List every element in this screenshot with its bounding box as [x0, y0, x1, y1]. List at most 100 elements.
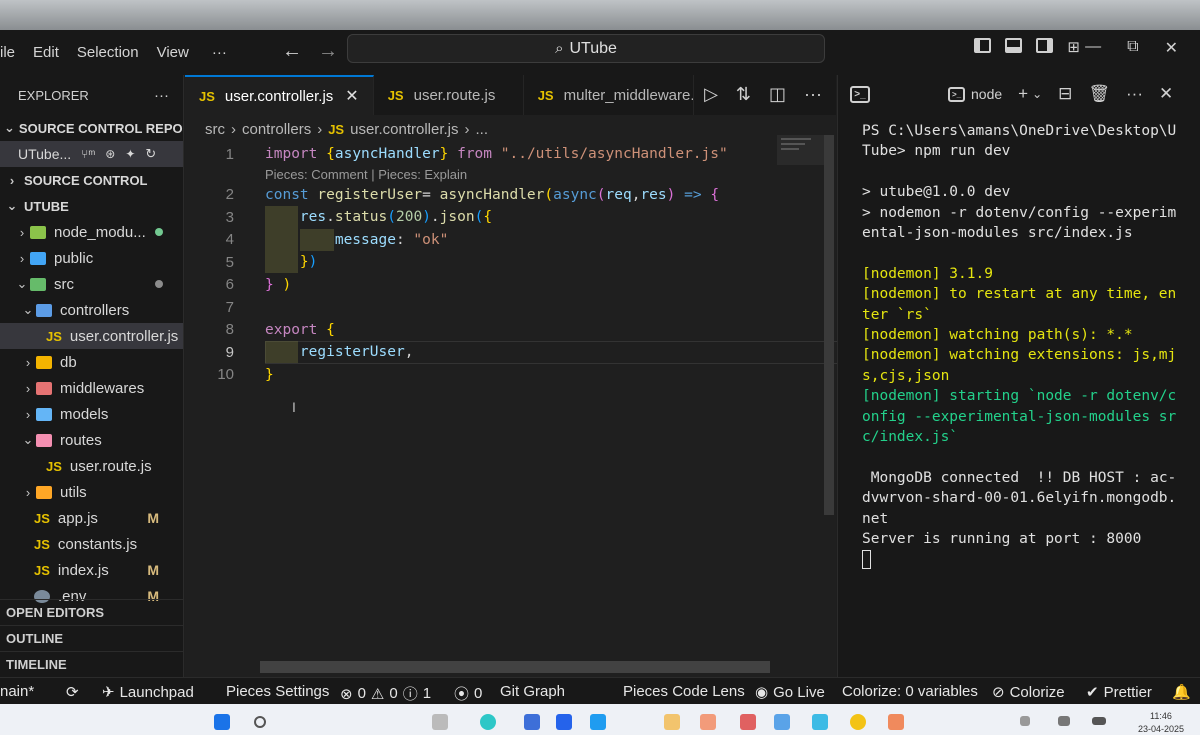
- tree-file[interactable]: JS index.js M: [0, 557, 183, 583]
- breadcrumb-file[interactable]: user.controller.js: [350, 121, 458, 138]
- vertical-scrollbar[interactable]: [824, 135, 834, 515]
- tab-user-controller[interactable]: JS user.controller.js ✕: [185, 75, 374, 115]
- status-colorize-variables[interactable]: Colorize: 0 variables: [842, 683, 978, 700]
- battery-icon[interactable]: [1092, 717, 1106, 725]
- tab-multer-middleware[interactable]: JS multer_middleware.js: [524, 75, 694, 115]
- app-icon[interactable]: [888, 714, 904, 730]
- horizontal-scrollbar[interactable]: [260, 661, 770, 673]
- refresh-icon[interactable]: ↻: [145, 146, 156, 162]
- minimap[interactable]: [777, 135, 825, 165]
- status-go-live[interactable]: ◉ Go Live: [755, 683, 825, 702]
- breadcrumb-controllers[interactable]: controllers: [242, 121, 311, 138]
- tree-folder[interactable]: › node_modu...: [0, 219, 183, 245]
- section-source-control-repos[interactable]: ⌄ SOURCE CONTROL REPOSI...: [0, 115, 183, 141]
- more-actions-icon[interactable]: ···: [1126, 84, 1143, 104]
- status-git-graph[interactable]: Git Graph: [500, 683, 565, 700]
- breadcrumb-src[interactable]: src: [205, 121, 225, 138]
- explorer-more-icon[interactable]: ···: [154, 87, 169, 104]
- wifi-icon[interactable]: [1058, 716, 1070, 726]
- app-icon[interactable]: [740, 714, 756, 730]
- system-tray-icon[interactable]: [1020, 716, 1030, 726]
- tree-folder[interactable]: › middlewares: [0, 375, 183, 401]
- close-icon[interactable]: ✕: [1159, 84, 1173, 104]
- tree-folder[interactable]: › db: [0, 349, 183, 375]
- tab-user-route[interactable]: JS user.route.js: [374, 75, 524, 115]
- forward-arrow-icon[interactable]: →: [318, 40, 338, 63]
- more-actions-icon[interactable]: ···: [804, 84, 822, 105]
- tree-folder[interactable]: ⌄ src: [0, 271, 183, 297]
- toggle-panel-icon[interactable]: [1005, 38, 1023, 53]
- status-launchpad[interactable]: ✈ Launchpad: [102, 683, 194, 702]
- sparkle-icon[interactable]: ✦: [125, 147, 135, 161]
- breadcrumb-more[interactable]: ...: [476, 121, 489, 138]
- menu-edit[interactable]: Edit: [24, 44, 68, 61]
- app-icon[interactable]: [432, 714, 448, 730]
- status-prettier[interactable]: ✔ Prettier: [1086, 683, 1152, 702]
- tree-folder[interactable]: › public: [0, 245, 183, 271]
- app-icon[interactable]: [812, 714, 828, 730]
- status-ports[interactable]: ⦿ 0: [454, 683, 482, 704]
- app-icon[interactable]: [850, 714, 866, 730]
- files-icon[interactable]: [664, 714, 680, 730]
- vscode-icon[interactable]: [590, 714, 606, 730]
- tree-file[interactable]: JS constants.js: [0, 531, 183, 557]
- mail-icon[interactable]: [556, 714, 572, 730]
- edge-browser-icon[interactable]: [480, 714, 496, 730]
- close-window-button[interactable]: ✕: [1165, 38, 1178, 58]
- branch-icon[interactable]: ⑂ᵐ: [81, 147, 95, 161]
- section-project[interactable]: ⌄ UTUBE: [0, 193, 183, 219]
- youtube-icon[interactable]: [700, 714, 716, 730]
- compare-changes-icon[interactable]: ⇅: [736, 84, 751, 105]
- tree-file[interactable]: JS app.js M: [0, 505, 183, 531]
- menu-view[interactable]: View: [148, 44, 198, 61]
- section-source-control[interactable]: › SOURCE CONTROL: [0, 167, 183, 193]
- split-terminal-icon[interactable]: ⊟: [1058, 84, 1072, 104]
- menu-file[interactable]: ile: [0, 44, 24, 61]
- status-sync[interactable]: ⟳: [66, 683, 79, 701]
- status-branch[interactable]: nain*: [0, 683, 34, 700]
- minimize-button[interactable]: —: [1085, 38, 1101, 58]
- status-pieces-code-lens[interactable]: Pieces Code Lens: [623, 683, 745, 700]
- app-icon[interactable]: [774, 714, 790, 730]
- status-pieces-settings[interactable]: Pieces Settings: [226, 683, 329, 700]
- toggle-secondary-sidebar-icon[interactable]: [1036, 38, 1054, 53]
- new-terminal-icon[interactable]: +: [1018, 84, 1028, 104]
- menu-more[interactable]: ···: [198, 44, 236, 61]
- code-editor[interactable]: 1 import {asyncHandler} from "../utils/as…: [185, 143, 838, 386]
- back-arrow-icon[interactable]: ←: [282, 40, 302, 63]
- tree-folder[interactable]: › models: [0, 401, 183, 427]
- trash-icon[interactable]: 🗑: [1088, 84, 1110, 104]
- split-editor-icon[interactable]: ◫: [769, 84, 786, 105]
- status-notifications[interactable]: 🔔: [1172, 683, 1191, 701]
- search-icon[interactable]: [254, 716, 266, 728]
- menu-selection[interactable]: Selection: [68, 44, 148, 61]
- close-icon[interactable]: ✕: [345, 86, 358, 106]
- taskbar-clock[interactable]: 11:46 23-04-2025: [1138, 710, 1184, 735]
- store-icon[interactable]: [524, 714, 540, 730]
- run-icon[interactable]: ▷: [704, 84, 718, 105]
- status-colorize[interactable]: ⊘ Colorize: [992, 683, 1065, 702]
- tree-file[interactable]: JS user.route.js: [0, 453, 183, 479]
- toggle-primary-sidebar-icon[interactable]: [974, 38, 992, 53]
- section-outline[interactable]: OUTLINE: [0, 625, 184, 651]
- pieces-code-lens[interactable]: Pieces: Comment | Pieces: Explain: [185, 166, 775, 184]
- chevron-down-icon[interactable]: ⌄: [1032, 87, 1042, 101]
- customize-layout-icon[interactable]: ⊞: [1067, 38, 1080, 56]
- section-timeline[interactable]: TIMELINE: [0, 651, 184, 677]
- command-center-search[interactable]: ⌕ UTube: [347, 34, 825, 63]
- tree-folder[interactable]: ⌄ controllers: [0, 297, 183, 323]
- terminal-icon[interactable]: >_: [850, 85, 870, 103]
- terminal-output[interactable]: PS C:\Users\amans\OneDrive\Desktop\UTube…: [838, 113, 1200, 570]
- maximize-button[interactable]: ⧉: [1127, 38, 1138, 58]
- tree-folder[interactable]: ⌄ routes: [0, 427, 183, 453]
- status-problems[interactable]: ⊗ 0 ⚠ 0 ⓘ 1: [340, 683, 431, 704]
- windows-start-icon[interactable]: [214, 714, 230, 730]
- terminal-selector[interactable]: >_ node: [948, 86, 1002, 102]
- tree-file[interactable]: JS user.controller.js: [0, 323, 183, 349]
- line-number: 2: [225, 186, 234, 204]
- pieces-lens-label: Pieces Code Lens: [623, 683, 745, 700]
- tree-folder[interactable]: › utils: [0, 479, 183, 505]
- sync-icon[interactable]: ⊛: [105, 147, 115, 161]
- section-open-editors[interactable]: OPEN EDITORS: [0, 599, 184, 625]
- repo-row[interactable]: UTube... ⑂ᵐ ⊛ ✦ ↻: [0, 141, 183, 167]
